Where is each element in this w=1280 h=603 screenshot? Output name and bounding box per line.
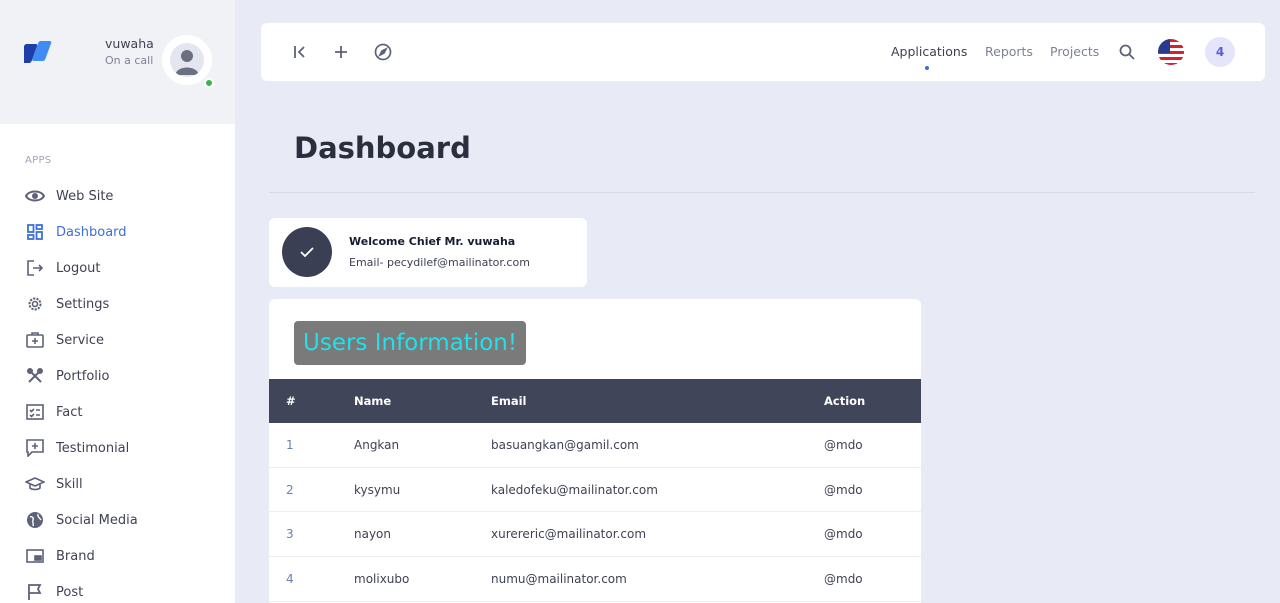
column-header-name: Name: [354, 394, 392, 408]
page-title: Dashboard: [294, 131, 471, 165]
row-email: xurereric@mailinator.com: [491, 527, 647, 542]
sidebar-item-label: Settings: [56, 296, 110, 312]
active-indicator-dot: [925, 66, 929, 70]
online-status-dot: [204, 78, 214, 88]
table-row[interactable]: 4 molixubo numu@mailinator.com @mdo: [269, 557, 921, 602]
users-heading: Users Information!: [294, 321, 527, 365]
row-action[interactable]: @mdo: [824, 527, 863, 541]
us-flag-icon[interactable]: [1158, 39, 1184, 65]
sidebar-item-settings[interactable]: Settings: [0, 286, 235, 322]
compass-icon[interactable]: [373, 42, 393, 62]
sidebar-item-dashboard[interactable]: Dashboard: [0, 214, 235, 250]
gear-icon: [25, 294, 45, 314]
row-number: 4: [286, 572, 294, 587]
sidebar-item-skill[interactable]: Skill: [0, 466, 235, 502]
row-number: 3: [286, 527, 294, 542]
chat-plus-icon: [25, 438, 45, 458]
sidebar-item-web-site[interactable]: Web Site: [0, 178, 235, 214]
sidebar-item-post[interactable]: Post: [0, 574, 235, 603]
sidebar-item-label: Testimonial: [56, 440, 130, 456]
row-action[interactable]: @mdo: [824, 438, 863, 452]
table-row[interactable]: 1 Angkan basuangkan@gamil.com @mdo: [269, 423, 921, 468]
user-avatar-icon: [170, 43, 204, 77]
table-header: # Name Email Action: [269, 379, 921, 423]
row-name: nayon: [354, 527, 392, 542]
sidebar-item-label: Fact: [56, 404, 83, 420]
sidebar-item-portfolio[interactable]: Portfolio: [0, 358, 235, 394]
globe-icon: [25, 510, 45, 530]
apps-section-label: APPS: [25, 155, 52, 166]
monitor-icon: [25, 546, 45, 566]
row-email: numu@mailinator.com: [491, 572, 627, 587]
graduation-cap-icon: [25, 474, 45, 494]
sidebar-item-label: Dashboard: [56, 224, 127, 240]
user-name: vuwaha: [105, 36, 154, 51]
sidebar-item-label: Web Site: [56, 188, 114, 204]
logout-icon: [25, 258, 45, 278]
flag-icon: [25, 582, 45, 602]
sidebar-item-label: Logout: [56, 260, 101, 276]
topbar: Applications Reports Projects 4: [261, 23, 1265, 81]
column-header-action: Action: [824, 394, 866, 408]
check-icon: [282, 227, 332, 277]
sidebar-item-label: Brand: [56, 548, 95, 564]
sidebar-item-social-media[interactable]: Social Media: [0, 502, 235, 538]
welcome-card: Welcome Chief Mr. vuwaha Email- pecydile…: [269, 218, 587, 287]
row-name: Angkan: [354, 438, 400, 452]
table-row[interactable]: 3 nayon xurereric@mailinator.com @mdo: [269, 512, 921, 558]
dashboard-icon: [25, 222, 45, 242]
sidebar-item-label: Skill: [56, 476, 83, 492]
tools-icon: [25, 366, 45, 386]
sidebar-item-logout[interactable]: Logout: [0, 250, 235, 286]
row-action[interactable]: @mdo: [824, 572, 863, 586]
sidebar-item-label: Social Media: [56, 512, 138, 528]
sidebar-item-label: Post: [56, 584, 84, 600]
nav-link-applications[interactable]: Applications: [891, 44, 967, 59]
divider: [269, 192, 1255, 193]
row-name: molixubo: [354, 572, 410, 587]
row-number: 1: [286, 438, 294, 452]
sidebar-item-fact[interactable]: Fact: [0, 394, 235, 430]
logo-icon[interactable]: [24, 38, 58, 66]
medical-kit-icon: [25, 330, 45, 350]
sidebar: vuwaha On a call APPS Web Site Dashboard: [0, 0, 235, 603]
collapse-left-icon[interactable]: [290, 42, 310, 62]
row-action[interactable]: @mdo: [824, 483, 863, 497]
sidebar-item-label: Portfolio: [56, 368, 110, 384]
sidebar-item-testimonial[interactable]: Testimonial: [0, 430, 235, 466]
eye-icon: [25, 186, 45, 206]
row-email: kaledofeku@mailinator.com: [491, 482, 658, 497]
sidebar-item-brand[interactable]: Brand: [0, 538, 235, 574]
column-header-number: #: [286, 394, 296, 408]
sidebar-item-label: Service: [56, 332, 105, 348]
plus-icon[interactable]: [331, 42, 351, 62]
sidebar-header: vuwaha On a call: [0, 0, 235, 124]
table-row[interactable]: 2 kysymu kaledofeku@mailinator.com @mdo: [269, 468, 921, 513]
avatar[interactable]: [162, 35, 212, 85]
search-icon[interactable]: [1117, 42, 1137, 62]
users-card: Users Information! # Name Email Action 1…: [269, 299, 921, 603]
row-email: basuangkan@gamil.com: [491, 438, 639, 452]
welcome-title: Welcome Chief Mr. vuwaha: [349, 235, 516, 248]
row-name: kysymu: [354, 482, 401, 497]
notification-badge[interactable]: 4: [1205, 37, 1235, 67]
sidebar-nav: Web Site Dashboard Logout Settings Servi…: [0, 178, 235, 603]
checklist-icon: [25, 402, 45, 422]
nav-link-projects[interactable]: Projects: [1050, 44, 1099, 59]
nav-link-reports[interactable]: Reports: [985, 44, 1033, 59]
table-body: 1 Angkan basuangkan@gamil.com @mdo 2 kys…: [269, 423, 921, 602]
welcome-email: Email- pecydilef@mailinator.com: [349, 256, 530, 269]
row-number: 2: [286, 482, 294, 497]
sidebar-item-service[interactable]: Service: [0, 322, 235, 358]
user-status: On a call: [105, 54, 154, 67]
column-header-email: Email: [491, 394, 527, 408]
